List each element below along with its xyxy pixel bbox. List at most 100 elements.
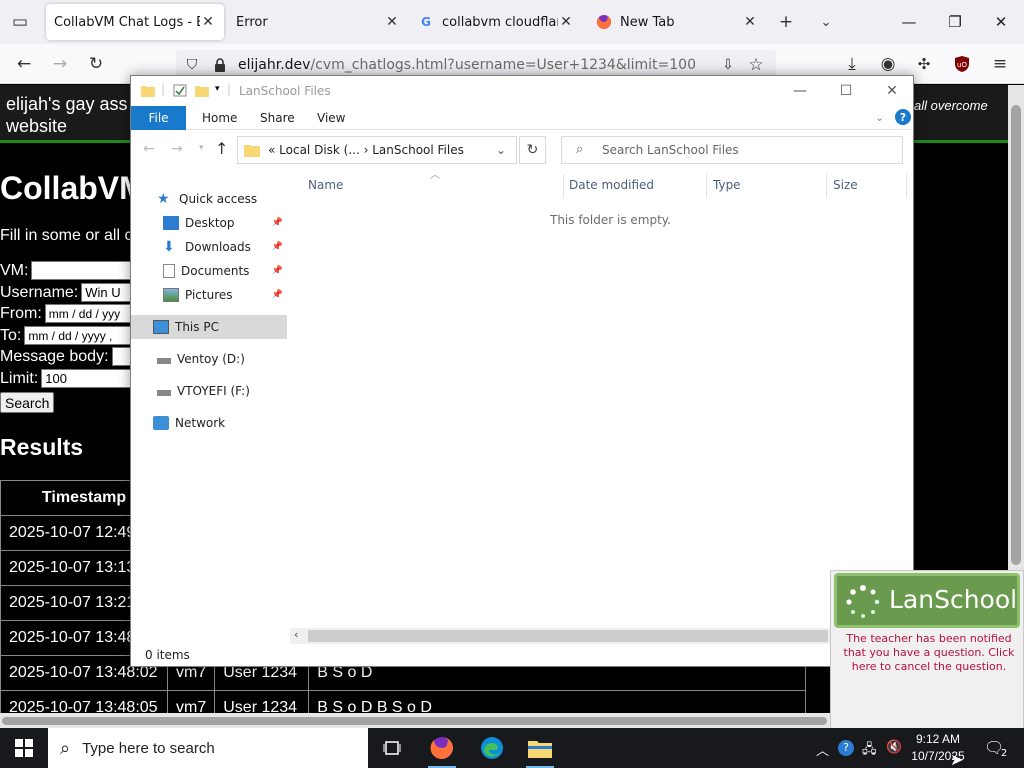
menu-hamburger-icon[interactable]: ≡ <box>988 52 1012 76</box>
ribbon-tab-home[interactable]: Home <box>189 106 250 130</box>
pin-icon: 📌 <box>271 290 283 300</box>
ublock-icon[interactable]: uO <box>950 52 974 76</box>
limit-input[interactable]: 100 <box>41 369 142 388</box>
address-dropdown-chevron-icon[interactable]: ⌄ <box>496 143 506 157</box>
lanschool-logo: LanSchool <box>834 573 1020 628</box>
scrollbar-thumb[interactable] <box>308 630 828 642</box>
restore-icon[interactable]: ❐ <box>932 8 978 36</box>
close-tab-icon[interactable]: ✕ <box>200 14 216 30</box>
close-icon[interactable]: ✕ <box>869 76 915 106</box>
site-title[interactable]: elijah's gay ass website <box>6 93 136 137</box>
reload-icon[interactable]: ↻ <box>84 52 108 76</box>
volume-muted-icon[interactable]: 🔇 <box>886 740 902 755</box>
forward-arrow-icon[interactable]: → <box>171 141 183 157</box>
extensions-icon[interactable]: ✣ <box>912 52 936 76</box>
bookmark-star-icon[interactable]: ☆ <box>744 53 768 77</box>
lock-icon[interactable] <box>208 53 232 77</box>
close-tab-icon[interactable]: ✕ <box>384 14 400 30</box>
taskbar-search-box[interactable]: ⌕ Type here to search <box>48 728 368 768</box>
tab-collabvm-chatlogs[interactable]: CollabVM Chat Logs - Elijah ✕ <box>46 4 224 40</box>
nav-ventoy-drive[interactable]: Ventoy (D:) <box>131 347 287 371</box>
file-explorer-taskbar-icon[interactable] <box>516 728 564 768</box>
to-date-input[interactable]: mm / dd / yyyy , <box>24 326 135 345</box>
scrollbar-thumb[interactable] <box>2 717 827 725</box>
show-hidden-icons-chevron-icon[interactable]: ︿ <box>816 740 829 759</box>
horizontal-scrollbar[interactable]: ‹ <box>290 628 912 644</box>
search-button[interactable]: Search <box>0 392 55 413</box>
nav-quick-access[interactable]: ★ Quick access <box>131 187 287 211</box>
lanschool-tray-icon[interactable]: ? <box>838 740 854 756</box>
breadcrumb-root[interactable]: Local Disk (... <box>279 143 360 157</box>
nav-label: Pictures <box>185 288 233 302</box>
nav-pictures[interactable]: Pictures 📌 <box>131 283 287 307</box>
nav-network[interactable]: Network <box>131 411 287 435</box>
column-divider[interactable] <box>826 174 827 198</box>
refresh-icon[interactable]: ↻ <box>519 136 546 164</box>
tab-list-chevron-icon[interactable]: ⌄ <box>814 10 838 34</box>
lanschool-message[interactable]: The teacher has been notified that you h… <box>839 632 1019 674</box>
tab-google-search[interactable]: G collabvm cloudflare - G ✕ <box>410 4 582 40</box>
column-divider[interactable] <box>563 174 564 198</box>
nav-this-pc[interactable]: This PC <box>131 315 287 339</box>
new-tab-icon[interactable]: + <box>774 10 798 34</box>
url-text: elijahr.dev/cvm_chatlogs.html?username=U… <box>238 57 696 73</box>
close-window-icon[interactable]: ✕ <box>978 8 1024 36</box>
column-name[interactable]: Name <box>308 178 343 192</box>
account-icon[interactable]: ◉ <box>876 52 900 76</box>
scroll-left-icon[interactable]: ‹ <box>294 628 298 641</box>
tab-overview-icon[interactable]: ▭ <box>8 10 32 34</box>
site-tagline: all overcome <box>914 98 988 113</box>
recent-locations-chevron-icon[interactable]: ▾ <box>199 143 204 153</box>
close-tab-icon[interactable]: ✕ <box>742 14 758 30</box>
browser-tab-bar: ▭ CollabVM Chat Logs - Elijah ✕ Error ✕ … <box>0 0 1024 44</box>
lanschool-brand: LanSchool <box>889 585 1018 614</box>
nav-downloads[interactable]: ⬇ Downloads 📌 <box>131 235 287 259</box>
back-arrow-icon[interactable]: ← <box>12 52 36 76</box>
start-button[interactable] <box>0 728 48 768</box>
network-tray-icon[interactable]: 🖧 <box>862 740 877 762</box>
forward-arrow-icon[interactable]: → <box>48 52 72 76</box>
column-date-modified[interactable]: Date modified <box>569 178 654 192</box>
column-divider[interactable] <box>906 174 907 198</box>
properties-check-icon[interactable] <box>173 84 187 97</box>
close-tab-icon[interactable]: ✕ <box>558 14 574 30</box>
task-view-icon[interactable] <box>368 728 416 768</box>
column-type[interactable]: Type <box>713 178 741 192</box>
minimize-icon[interactable]: — <box>886 8 932 36</box>
nav-desktop[interactable]: Desktop 📌 <box>131 211 287 235</box>
column-size[interactable]: Size <box>833 178 858 192</box>
downloads-icon[interactable]: ⤓ <box>840 52 864 76</box>
address-box[interactable]: « Local Disk (... › LanSchool Files ⌄ <box>237 136 517 164</box>
explorer-title-bar[interactable]: | ▾ | LanSchool Files — ☐ ✕ <box>131 76 913 106</box>
shield-icon[interactable]: ⛉ <box>180 53 204 77</box>
expand-ribbon-chevron-icon[interactable]: ⌄ <box>875 111 884 124</box>
nav-label: Ventoy (D:) <box>177 352 245 366</box>
new-folder-icon[interactable] <box>195 84 209 97</box>
drive-icon <box>157 390 171 396</box>
back-arrow-icon[interactable]: ← <box>143 141 155 157</box>
nav-documents[interactable]: Documents 📌 <box>131 259 287 283</box>
maximize-icon[interactable]: ☐ <box>823 76 869 106</box>
lanschool-notification[interactable]: LanSchool The teacher has been notified … <box>830 570 1024 730</box>
column-divider[interactable] <box>706 174 707 198</box>
tab-title: New Tab <box>620 14 675 30</box>
nav-vtoyefi-drive[interactable]: VTOYEFI (F:) <box>131 379 287 403</box>
firefox-taskbar-icon[interactable] <box>418 728 466 768</box>
up-arrow-icon[interactable]: ↑ <box>215 139 228 158</box>
tab-new-tab[interactable]: New Tab ✕ <box>588 4 766 40</box>
help-icon[interactable]: ? <box>895 109 911 125</box>
firefox-icon <box>596 14 612 30</box>
ribbon-tab-file[interactable]: File <box>131 106 186 130</box>
search-box[interactable]: ⌕ Search LanSchool Files <box>561 136 903 164</box>
pin-icon: 📌 <box>271 266 283 276</box>
customize-quick-access-icon[interactable]: ▾ <box>215 84 220 94</box>
install-app-icon[interactable]: ⇩ <box>716 53 740 77</box>
edge-taskbar-icon[interactable] <box>468 728 516 768</box>
ribbon-tab-share[interactable]: Share <box>247 106 308 130</box>
scrollbar-thumb[interactable] <box>1011 105 1021 565</box>
url-path: /cvm_chatlogs.html?username=User+1234&li… <box>310 57 696 73</box>
ribbon-tab-view[interactable]: View <box>304 106 358 130</box>
tab-error[interactable]: Error ✕ <box>228 4 408 40</box>
minimize-icon[interactable]: — <box>777 76 823 106</box>
breadcrumb-folder[interactable]: LanSchool Files <box>372 143 464 157</box>
